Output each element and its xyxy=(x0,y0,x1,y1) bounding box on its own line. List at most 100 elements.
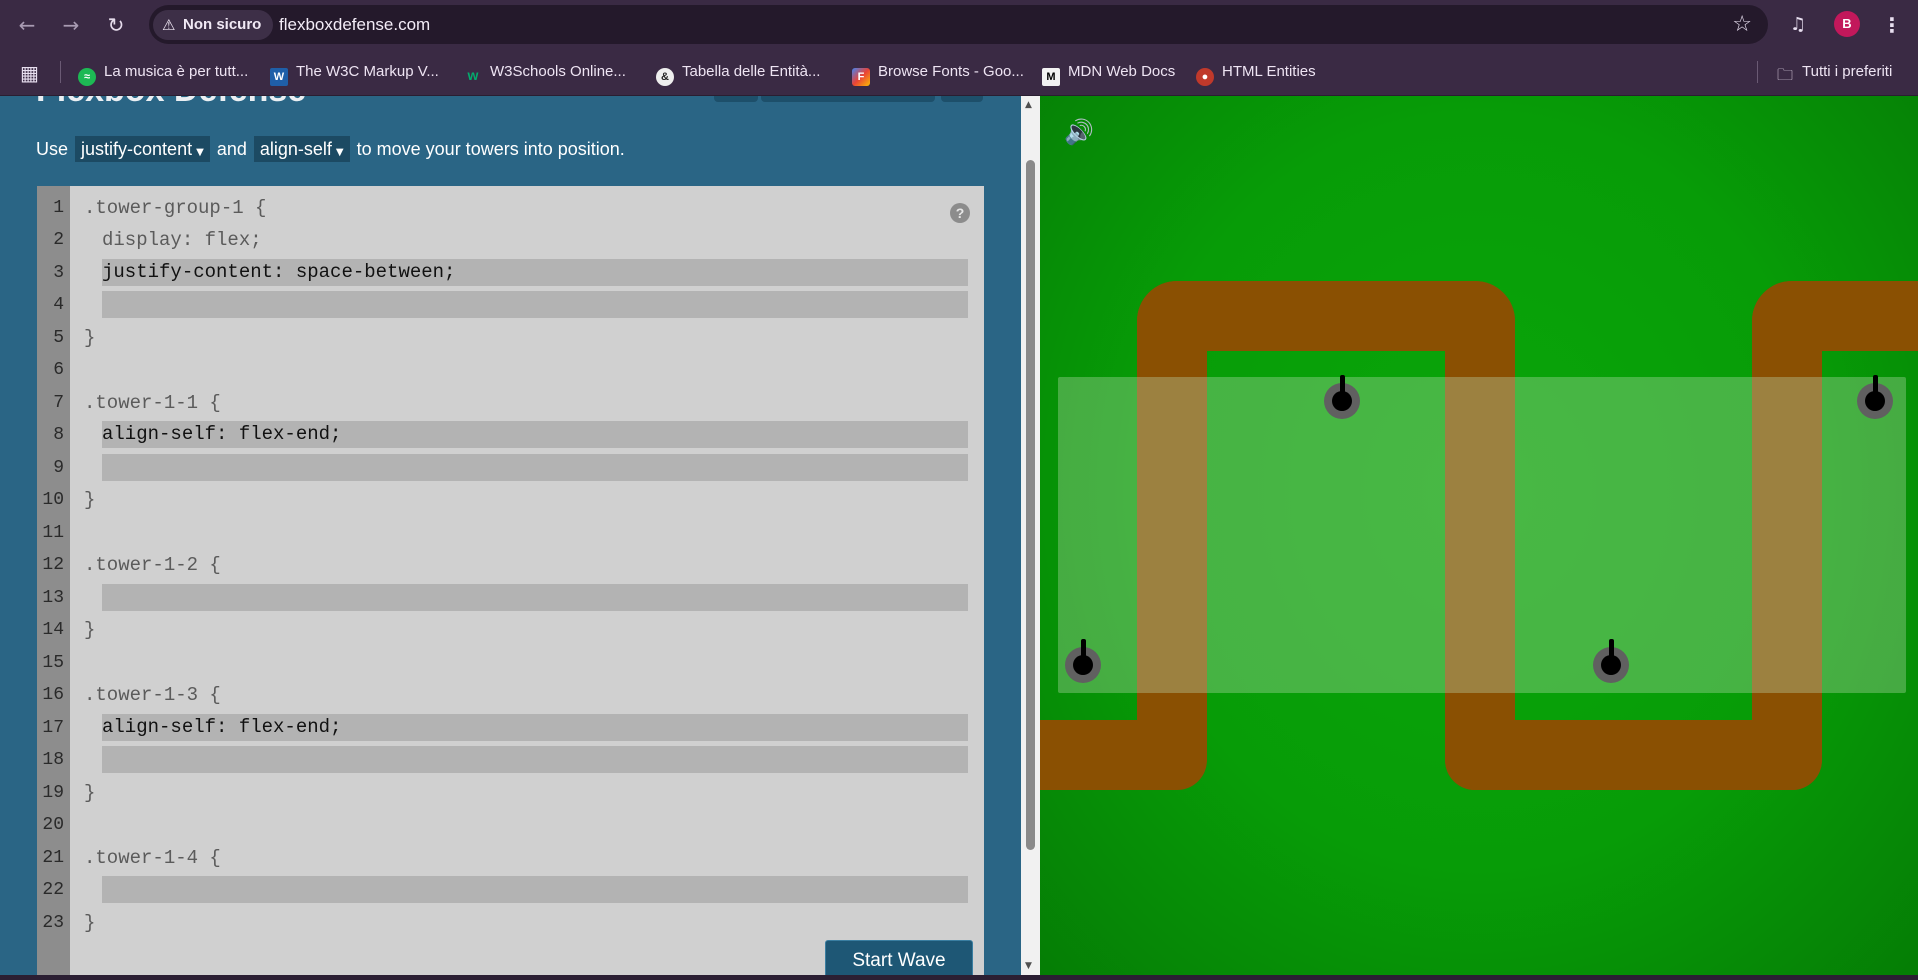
line-number: 4 xyxy=(53,295,64,315)
code-line-selector: .tower-1-3 { xyxy=(84,684,221,706)
code-line-brace: } xyxy=(84,912,96,934)
page-title: Flexbox Defense xyxy=(36,96,306,110)
code-line-brace: } xyxy=(84,619,96,641)
dropdown-label: justify-content xyxy=(81,139,193,159)
kebab-menu-icon[interactable]: ⋮ xyxy=(1882,12,1902,38)
window-bottom-edge xyxy=(0,975,1918,980)
bookmark-entities-table[interactable]: & Tabella delle Entità... xyxy=(656,60,820,86)
all-favorites-label: Tutti i preferiti xyxy=(1802,63,1893,80)
reload-icon[interactable]: ↻ xyxy=(103,12,129,38)
bookmark-mdn[interactable]: M MDN Web Docs xyxy=(1042,60,1176,86)
back-icon[interactable]: ← xyxy=(14,12,40,38)
code-input-slot[interactable] xyxy=(102,454,968,481)
scroll-down-arrow-icon[interactable]: ▼ xyxy=(1025,961,1032,971)
forward-icon[interactable]: → xyxy=(58,12,84,38)
css-code-editor: 1 2 3 4 5 6 7 8 9 10 11 12 13 14 15 16 1… xyxy=(37,186,984,975)
tower-1-4 xyxy=(1857,375,1893,419)
instruction-text: and xyxy=(216,139,247,159)
w3c-icon: W xyxy=(270,68,288,86)
tower-1-1 xyxy=(1065,639,1101,683)
bookmark-html-entities[interactable]: ● HTML Entities xyxy=(1196,60,1316,86)
security-indicator[interactable]: ⚠ Non sicuro xyxy=(153,10,274,40)
tower-1-2 xyxy=(1324,375,1360,419)
code-input-slot[interactable] xyxy=(102,584,968,611)
scroll-up-arrow-icon[interactable]: ▲ xyxy=(1025,100,1032,110)
line-number: 14 xyxy=(42,620,64,640)
code-input-slot[interactable] xyxy=(102,746,968,773)
bookmark-label: The W3C Markup V... xyxy=(296,63,439,80)
instruction-text: to move your towers into position. xyxy=(356,139,625,159)
bookmark-label: HTML Entities xyxy=(1222,63,1316,80)
line-number: 8 xyxy=(53,425,64,445)
bookmark-label: Browse Fonts - Goo... xyxy=(878,63,1024,80)
bookmark-star-icon[interactable]: ☆ xyxy=(1732,5,1752,44)
caret-down-icon: ▼ xyxy=(335,147,344,158)
divider xyxy=(60,61,61,83)
code-line-selector: .tower-1-4 { xyxy=(84,847,221,869)
bookmark-w3schools[interactable]: w W3Schools Online... xyxy=(464,60,626,84)
address-bar[interactable]: ⚠ Non sicuro flexboxdefense.com ☆ xyxy=(149,5,1768,44)
code-line-brace: } xyxy=(84,327,96,349)
header-button[interactable] xyxy=(761,96,935,102)
code-input-slot[interactable] xyxy=(102,291,968,318)
security-label: Non sicuro xyxy=(183,16,262,33)
bookmark-google-fonts[interactable]: F Browse Fonts - Goo... xyxy=(852,60,1024,86)
line-number: 20 xyxy=(42,815,64,835)
line-number: 6 xyxy=(53,360,64,380)
code-input-slot[interactable]: justify-content: space-between; xyxy=(102,259,968,286)
code-input-slot[interactable]: align-self: flex-end; xyxy=(102,714,968,741)
all-favorites-folder[interactable]: 🗀 Tutti i preferiti xyxy=(1776,60,1892,84)
code-line-brace: } xyxy=(84,489,96,511)
header-button[interactable] xyxy=(714,96,758,102)
spotify-icon: ≈ xyxy=(78,68,96,86)
bookmark-w3c[interactable]: W The W3C Markup V... xyxy=(270,60,439,86)
divider xyxy=(1757,61,1758,83)
apps-grid-icon[interactable]: ▦ xyxy=(20,62,39,84)
tower-1-3 xyxy=(1593,639,1629,683)
help-icon[interactable]: ? xyxy=(950,203,970,223)
url-text[interactable]: flexboxdefense.com xyxy=(279,5,430,44)
bookmark-label: MDN Web Docs xyxy=(1068,63,1176,80)
sound-toggle-icon[interactable]: 🔊 xyxy=(1064,118,1094,146)
game-board: 🔊 xyxy=(1040,96,1918,975)
line-number: 17 xyxy=(42,718,64,738)
line-number: 7 xyxy=(53,393,64,413)
line-number: 10 xyxy=(42,490,64,510)
warning-icon: ⚠ xyxy=(162,16,176,34)
entity-icon: & xyxy=(656,68,674,86)
code-input-slot[interactable] xyxy=(102,876,968,903)
scrollbar-thumb[interactable] xyxy=(1026,160,1035,850)
media-control-icon[interactable]: ♫ xyxy=(1790,12,1806,38)
line-number: 5 xyxy=(53,328,64,348)
start-wave-button[interactable]: Start Wave xyxy=(825,940,973,975)
line-number: 22 xyxy=(42,880,64,900)
code-input-slot[interactable]: align-self: flex-end; xyxy=(102,421,968,448)
code-line-selector: .tower-1-1 { xyxy=(84,392,221,414)
instruction-text: Use xyxy=(36,139,69,159)
align-self-dropdown[interactable]: align-self ▼ xyxy=(253,136,350,162)
justify-content-dropdown[interactable]: justify-content ▼ xyxy=(75,136,210,162)
code-line-selector: .tower-group-1 { xyxy=(84,197,267,219)
line-number: 21 xyxy=(42,848,64,868)
bookmark-label: W3Schools Online... xyxy=(490,63,626,80)
browser-toolbar: ← → ↻ ⚠ Non sicuro flexboxdefense.com ☆ … xyxy=(0,0,1918,49)
header-button[interactable] xyxy=(941,96,983,102)
line-number: 9 xyxy=(53,458,64,478)
profile-avatar[interactable]: B xyxy=(1834,11,1860,37)
google-fonts-icon: F xyxy=(852,68,870,86)
caret-down-icon: ▼ xyxy=(196,147,204,158)
line-number: 19 xyxy=(42,783,64,803)
line-number: 13 xyxy=(42,588,64,608)
code-line-property: display: flex; xyxy=(102,229,262,251)
bookmarks-bar: ▦ ≈ La musica è per tutt... W The W3C Mark… xyxy=(0,49,1918,96)
instructions-pane: Flexbox Defense Use justify-content▼ and… xyxy=(0,96,1021,975)
page-scrollbar[interactable]: ▲ ▼ xyxy=(1021,96,1040,975)
mdn-icon: M xyxy=(1042,68,1060,86)
bookmark-spotify[interactable]: ≈ La musica è per tutt... xyxy=(78,60,248,86)
line-number: 1 xyxy=(53,198,64,218)
w3schools-icon: w xyxy=(467,67,479,83)
line-number: 3 xyxy=(53,263,64,283)
line-number: 23 xyxy=(42,913,64,933)
instructions-text: Use justify-content ▼ and align-self ▼ to … xyxy=(36,134,625,164)
enemy-path xyxy=(1752,281,1918,351)
